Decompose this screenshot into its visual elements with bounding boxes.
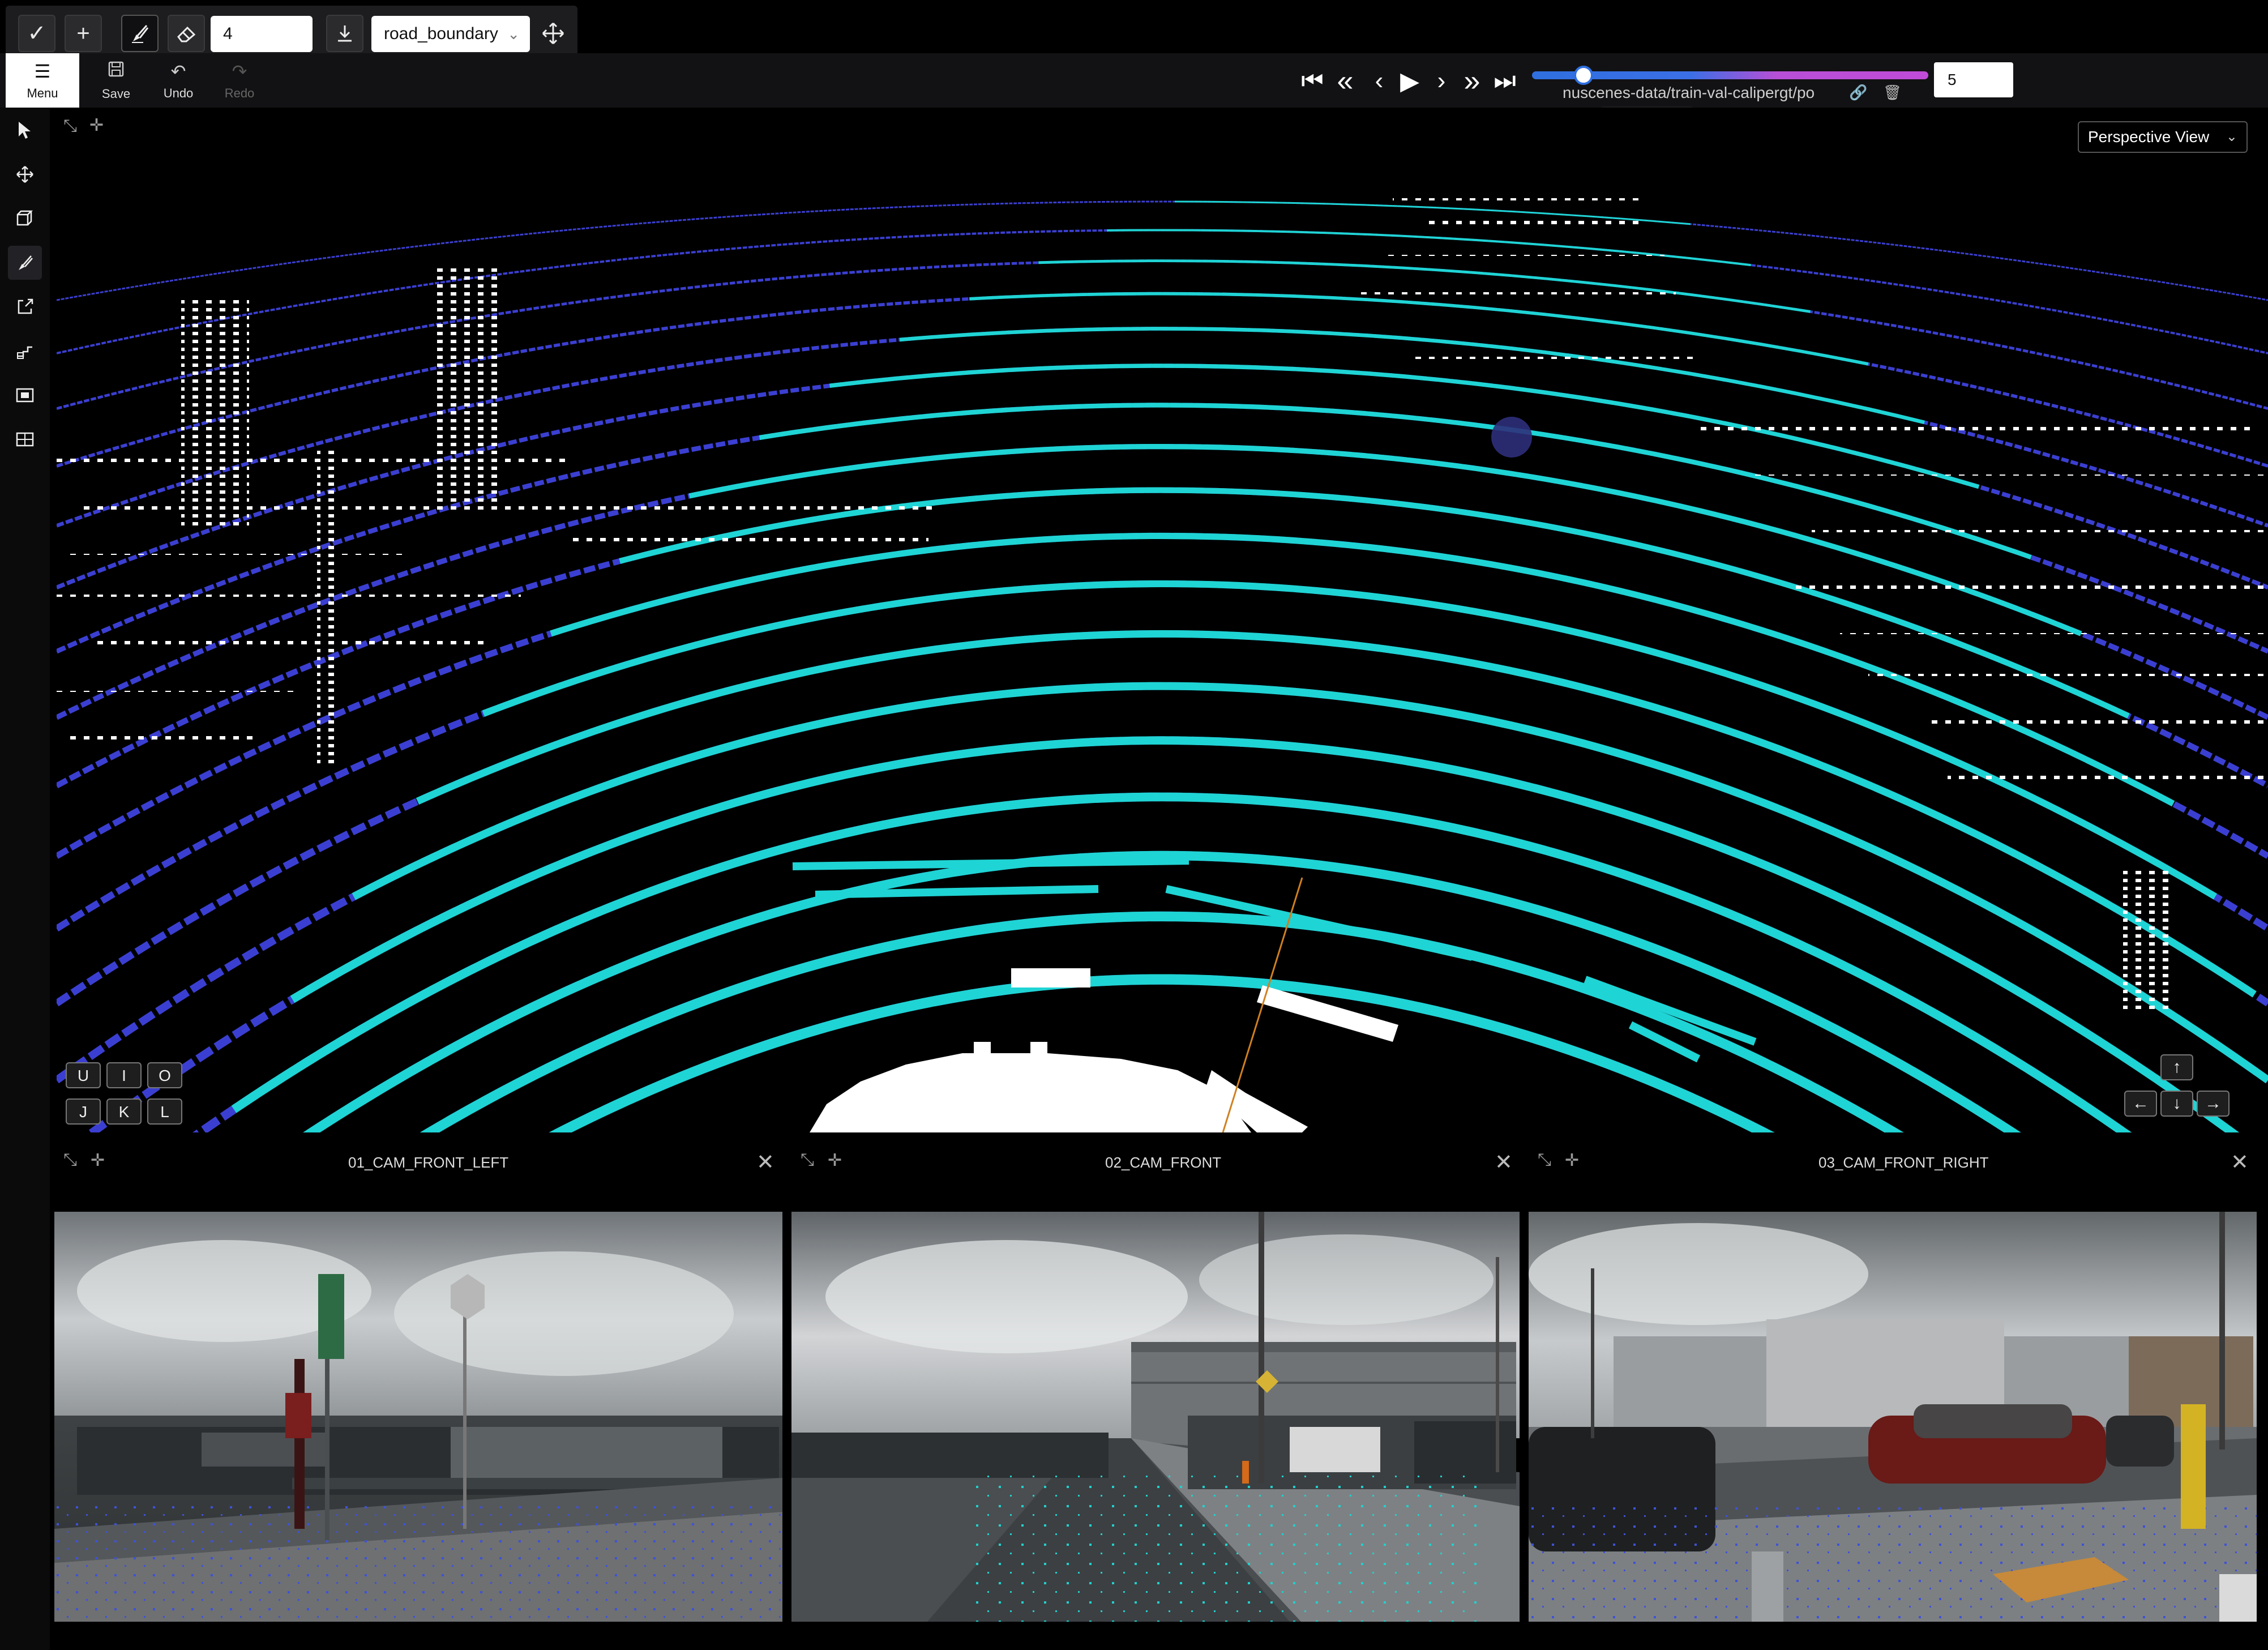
lidar-ring-ground bbox=[57, 292, 2268, 468]
lidar-ring-ground bbox=[1584, 976, 1757, 1046]
camera-title: 03_CAM_FRONT_RIGHT bbox=[1818, 1154, 1989, 1171]
hamburger-icon: ☰ bbox=[34, 61, 51, 82]
floppy-icon bbox=[107, 60, 125, 83]
redo-icon: ↷ bbox=[232, 61, 247, 82]
pan-icon[interactable] bbox=[8, 157, 42, 191]
lidar-ring-ground bbox=[57, 229, 2268, 354]
camera-title: 01_CAM_FRONT_LEFT bbox=[348, 1154, 509, 1171]
camera-title: 02_CAM_FRONT bbox=[1105, 1154, 1222, 1171]
external-link-icon[interactable] bbox=[8, 290, 42, 324]
camera-image-front-left[interactable] bbox=[54, 1212, 782, 1622]
plus-icon[interactable]: + bbox=[65, 15, 102, 52]
frame-number-input[interactable]: 5 bbox=[1934, 62, 2013, 97]
redo-label: Redo bbox=[224, 86, 255, 100]
pointcloud-canvas bbox=[57, 198, 2268, 1132]
undo-label: Undo bbox=[163, 86, 194, 100]
label-class-select[interactable]: road_boundary ⌄ bbox=[371, 16, 530, 52]
last-frame-icon[interactable]: ⏭ bbox=[1492, 67, 1517, 95]
focus-box-icon[interactable] bbox=[8, 378, 42, 412]
menu-button[interactable]: ☰ Menu bbox=[6, 53, 79, 108]
chevron-down-icon: ⌄ bbox=[2226, 129, 2237, 144]
play-icon[interactable]: ▶ bbox=[1397, 67, 1422, 95]
frame-slider-thumb[interactable] bbox=[1574, 66, 1593, 85]
brush-size-input[interactable]: 4 bbox=[211, 16, 313, 52]
eraser-icon[interactable] bbox=[168, 15, 205, 52]
expand-icon[interactable]: ⤡ bbox=[63, 1151, 77, 1170]
chevron-down-icon: ⌄ bbox=[507, 25, 520, 42]
lidar-ring-ground bbox=[57, 259, 2268, 410]
brush-icon[interactable] bbox=[121, 15, 159, 52]
brush-tool-icon[interactable] bbox=[8, 246, 42, 280]
polyline-icon[interactable] bbox=[8, 334, 42, 368]
move-icon[interactable] bbox=[534, 15, 572, 52]
lidar-ring-ground bbox=[792, 857, 1189, 870]
arrow-right-icon[interactable]: → bbox=[2197, 1091, 2230, 1117]
fast-back-icon[interactable]: « bbox=[1333, 65, 1358, 97]
key-u[interactable]: U bbox=[66, 1062, 101, 1088]
lidar-ring-ground bbox=[1165, 885, 1473, 961]
view-mode-select[interactable]: Perspective View ⌄ bbox=[2078, 121, 2248, 153]
save-label: Save bbox=[101, 86, 131, 101]
lidar-ring-ground bbox=[57, 200, 2268, 301]
expand-icon[interactable]: ⤡ bbox=[1538, 1151, 1551, 1170]
link-icon[interactable]: 🔗 bbox=[1849, 84, 1867, 101]
undo-button[interactable]: ↶ Undo bbox=[147, 53, 209, 108]
lidar-ring-nonground bbox=[57, 200, 2268, 301]
trash-icon[interactable]: 🗑 bbox=[1883, 84, 1902, 101]
key-i[interactable]: I bbox=[106, 1062, 142, 1088]
lidar-ring-nonground bbox=[57, 259, 2268, 410]
check-icon[interactable]: ✓ bbox=[18, 15, 55, 52]
building-points-left bbox=[57, 266, 940, 764]
lidar-rings bbox=[57, 200, 2268, 1132]
prev-frame-icon[interactable]: ‹ bbox=[1367, 67, 1392, 95]
redo-button[interactable]: ↷ Redo bbox=[208, 53, 271, 108]
first-frame-icon[interactable]: ⏮ bbox=[1300, 67, 1325, 95]
lidar-ring-ground bbox=[57, 682, 2268, 1084]
move-panel-icon[interactable]: ✛ bbox=[91, 1151, 105, 1170]
key-l[interactable]: L bbox=[147, 1098, 182, 1125]
close-icon[interactable]: ✕ bbox=[2231, 1149, 2249, 1175]
menu-label: Menu bbox=[27, 86, 58, 100]
scene-path: nuscenes-data/train-val-calipergt/po bbox=[1563, 84, 1815, 101]
pointcloud-viewport[interactable]: ⤡ ✛ U I O J K L ↑ ← ↓ → bbox=[57, 108, 2268, 1132]
arrow-down-icon[interactable]: ↓ bbox=[2160, 1091, 2193, 1117]
view-mode-value: Perspective View bbox=[2088, 128, 2210, 146]
tool-rail bbox=[0, 108, 50, 1650]
expand-icon[interactable]: ⤡ bbox=[801, 1151, 814, 1170]
close-icon[interactable]: ✕ bbox=[1495, 1149, 1513, 1175]
expand-icon[interactable]: ⤡ bbox=[63, 117, 77, 136]
secondary-toolbar: ☰ Menu Save ↶ Undo ↷ Redo bbox=[0, 53, 2268, 108]
camera-image-front[interactable] bbox=[791, 1212, 1520, 1622]
lidar-ring-nonground bbox=[57, 229, 2268, 354]
download-icon[interactable] bbox=[326, 15, 363, 52]
camera-image-front-right[interactable] bbox=[1529, 1212, 2257, 1622]
cuboid-icon[interactable] bbox=[8, 202, 42, 236]
key-k[interactable]: K bbox=[106, 1098, 142, 1125]
pointer-icon[interactable] bbox=[8, 113, 42, 147]
lidar-ring-ground bbox=[815, 885, 1099, 899]
lidar-ring-nonground bbox=[57, 292, 2268, 468]
move-view-icon[interactable]: ✛ bbox=[89, 116, 104, 135]
next-frame-icon[interactable]: › bbox=[1429, 67, 1454, 95]
arrow-up-icon[interactable]: ↑ bbox=[2160, 1054, 2193, 1080]
key-j[interactable]: J bbox=[66, 1098, 101, 1125]
split-view-icon[interactable] bbox=[8, 422, 42, 456]
move-panel-icon[interactable]: ✛ bbox=[828, 1151, 842, 1170]
save-button[interactable]: Save bbox=[85, 53, 147, 108]
arrow-left-icon[interactable]: ← bbox=[2124, 1091, 2157, 1117]
close-icon[interactable]: ✕ bbox=[756, 1149, 774, 1175]
cursor-marker bbox=[1491, 417, 1532, 458]
undo-icon: ↶ bbox=[170, 61, 186, 82]
fast-forward-icon[interactable]: » bbox=[1460, 65, 1484, 97]
key-o[interactable]: O bbox=[147, 1062, 182, 1088]
move-panel-icon[interactable]: ✛ bbox=[1565, 1151, 1579, 1170]
label-class-value: road_boundary bbox=[384, 24, 498, 43]
building-points-right bbox=[1359, 198, 2265, 1014]
